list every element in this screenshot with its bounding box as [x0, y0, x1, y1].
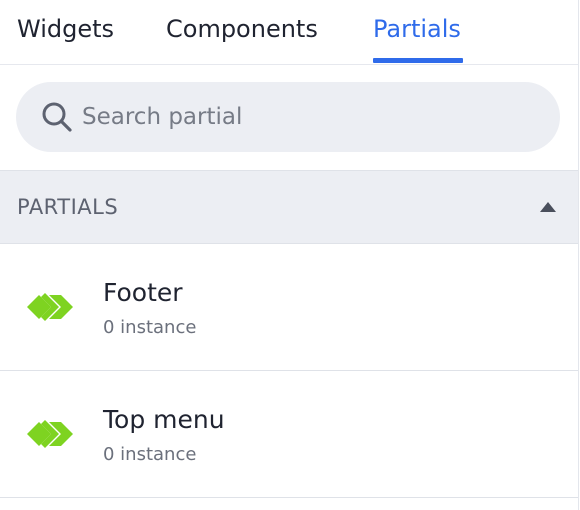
item-instance-count: 0 instance	[103, 317, 197, 338]
item-instance-count: 0 instance	[103, 444, 197, 465]
search-area	[0, 65, 578, 171]
item-name: Top menu	[103, 405, 225, 434]
search-icon	[40, 100, 74, 134]
tab-bar: Widgets Components Partials	[0, 0, 578, 65]
partial-icon	[27, 293, 73, 321]
tab-widgets[interactable]: Widgets	[17, 12, 114, 46]
partials-panel: Widgets Components Partials PARTIALS Fo	[0, 0, 579, 510]
list-item[interactable]: Footer 0 instance	[0, 245, 578, 371]
partials-section-header[interactable]: PARTIALS	[0, 170, 578, 244]
partial-icon	[27, 420, 73, 448]
section-title: PARTIALS	[17, 195, 119, 219]
search-box[interactable]	[16, 82, 560, 152]
item-name: Footer	[103, 278, 183, 307]
search-input[interactable]	[82, 104, 522, 130]
tab-components[interactable]: Components	[166, 12, 318, 46]
triangle-up-icon[interactable]	[540, 202, 556, 212]
active-tab-indicator	[373, 58, 463, 63]
tab-partials[interactable]: Partials	[373, 12, 461, 46]
list-item[interactable]: Top menu 0 instance	[0, 372, 578, 498]
